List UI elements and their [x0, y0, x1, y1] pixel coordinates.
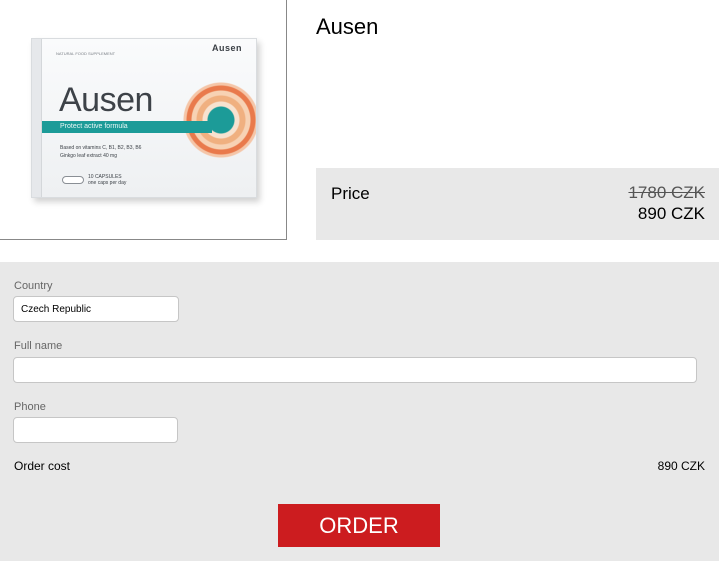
box-ingredients: Based on vitamins C, B1, B2, B3, B6 Gink…: [60, 144, 141, 160]
box-vitamins-line: Based on vitamins C, B1, B2, B3, B6: [60, 145, 142, 151]
capsule-icon: [62, 176, 84, 184]
fullname-input[interactable]: [13, 357, 697, 383]
country-label: Country: [14, 280, 53, 292]
box-ginkgo-line: Ginkgo leaf extract 40 mg: [60, 153, 117, 159]
order-cost-value: 890 CZK: [657, 459, 705, 473]
phone-input[interactable]: [13, 417, 178, 443]
box-band: Protect active formula: [42, 121, 212, 133]
new-price: 890 CZK: [637, 204, 705, 223]
ear-logo-icon: [182, 81, 256, 159]
box-capsule-info: 10 CAPSULES one caps per day: [88, 174, 126, 186]
product-title: Ausen: [316, 14, 379, 39]
order-cost-label: Order cost: [14, 459, 71, 473]
price-panel: Price 1780 CZK 890 CZK: [316, 168, 719, 240]
product-box-image: Ausen Natural food supplement Ausen Prot…: [31, 38, 257, 198]
product-image-frame: Ausen Natural food supplement Ausen Prot…: [0, 0, 287, 240]
country-select[interactable]: [13, 296, 179, 322]
box-title: Ausen: [59, 81, 153, 119]
box-brand-top: Ausen: [211, 43, 242, 53]
box-side-panel: [32, 39, 42, 197]
old-price: 1780 CZK: [628, 183, 705, 202]
price-label: Price: [331, 184, 370, 203]
fullname-label: Full name: [14, 340, 63, 352]
order-button[interactable]: ORDER: [278, 504, 440, 547]
phone-label: Phone: [14, 401, 46, 413]
order-form: Country Full name Phone Order cost 890 C…: [0, 262, 719, 561]
box-capsule-dose: one caps per day: [88, 180, 127, 186]
box-tag: Natural food supplement: [56, 51, 116, 56]
